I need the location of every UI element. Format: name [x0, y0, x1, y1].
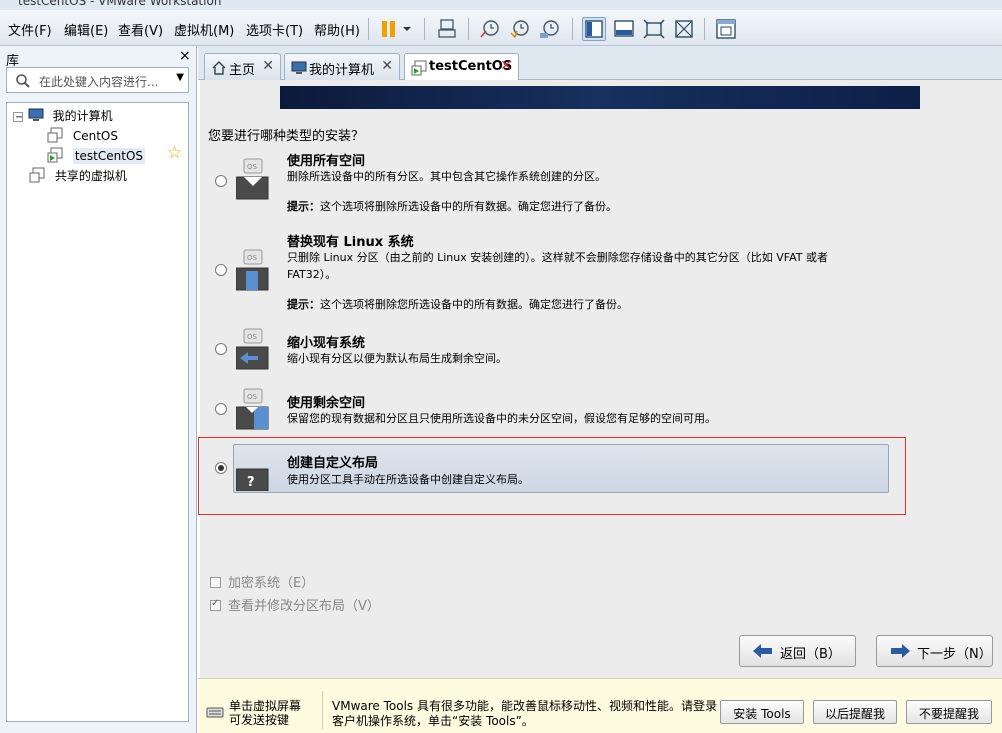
home-icon — [212, 61, 226, 75]
svg-text:OS: OS — [247, 393, 258, 401]
arrow-left-icon — [753, 644, 772, 658]
window-title: testCentOS - VMware Workstation — [18, 0, 222, 8]
close-icon[interactable]: ✕ — [500, 58, 512, 74]
svg-text:OS: OS — [247, 163, 258, 171]
send-keys-icon[interactable] — [436, 17, 460, 41]
menu-toolbar: 文件(F) 编辑(E) 查看(V) 虚拟机(M) 选项卡(T) 帮助(H) — [0, 10, 1002, 46]
shared-vm-icon — [29, 167, 45, 183]
checkbox[interactable] — [210, 577, 221, 588]
never-remind-button[interactable]: 不要提醒我 — [906, 700, 992, 724]
tab-bar: 主页 ✕ 我的计算机 ✕ testCentOS ✕ — [198, 46, 1002, 81]
vm-running-icon — [411, 60, 427, 76]
unity-icon[interactable] — [672, 17, 696, 41]
back-button[interactable]: 返回（B） — [739, 635, 856, 667]
disk-shrink-icon: OS — [236, 328, 269, 370]
chevron-down-icon[interactable] — [400, 17, 414, 41]
close-icon[interactable]: ✕ — [381, 58, 393, 74]
show-library-icon[interactable] — [582, 17, 606, 41]
disk-free-space-icon: OS — [236, 388, 269, 430]
tree-item-testcentos[interactable]: testCentOS — [47, 147, 146, 164]
remind-later-button[interactable]: 以后提醒我 — [813, 700, 897, 724]
tab-testcentos[interactable]: testCentOS ✕ — [404, 53, 519, 81]
pause-icon[interactable] — [378, 17, 402, 41]
menu-vm[interactable]: 虚拟机(M) — [174, 20, 234, 39]
vm-icon — [47, 127, 63, 143]
tree-item-centos[interactable]: CentOS — [47, 127, 118, 143]
review-layout-checkbox[interactable]: 查看并修改分区布局（V） — [210, 595, 380, 614]
vm-console[interactable]: 您要进行哪种类型的安装？ OS 使用所有空间 删除所选设备中的所有分区。其中包含… — [200, 80, 1002, 678]
svg-text:OS: OS — [247, 333, 258, 341]
menu-edit[interactable]: 编辑(E) — [64, 20, 108, 39]
disk-wipe-icon: OS — [236, 158, 269, 200]
computer-icon — [291, 61, 307, 74]
thumbnail-bar-icon[interactable] — [612, 17, 636, 41]
menu-file[interactable]: 文件(F) — [8, 20, 52, 39]
revert-snapshot-icon[interactable] — [508, 17, 532, 41]
tree-item-my-computer[interactable]: − 我的计算机 — [13, 107, 113, 124]
vm-running-icon — [47, 147, 63, 163]
arrow-right-icon — [891, 644, 910, 658]
keyboard-icon — [206, 707, 224, 718]
disk-replace-icon: OS — [236, 249, 269, 291]
search-placeholder: 在此处键入内容进行... — [39, 75, 159, 89]
library-pane: 库 × 在此处键入内容进行... ▼ − 我的计算机 CentOS testCe… — [0, 46, 197, 733]
collapse-icon[interactable]: − — [13, 112, 23, 123]
full-screen-icon[interactable] — [642, 17, 666, 41]
close-icon[interactable]: × — [179, 48, 191, 64]
tab-home[interactable]: 主页 ✕ — [204, 53, 281, 80]
menu-help[interactable]: 帮助(H) — [314, 20, 360, 39]
console-view-icon[interactable] — [714, 17, 738, 41]
install-tools-button[interactable]: 安装 Tools — [720, 700, 804, 724]
installer-banner — [280, 86, 920, 109]
radio-use-free-space[interactable] — [215, 403, 227, 415]
install-type-question: 您要进行哪种类型的安装？ — [208, 129, 365, 144]
vmware-tools-hint-bar: 单击虚拟屏幕 可发送按键 VMware Tools 具有很多功能，能改善鼠标移动… — [198, 678, 1002, 733]
tree-item-shared-vms[interactable]: 共享的虚拟机 — [29, 167, 127, 184]
favorite-star-icon[interactable]: ☆ — [167, 143, 182, 163]
library-search-input[interactable]: 在此处键入内容进行... ▼ — [6, 67, 189, 93]
next-button[interactable]: 下一步（N） — [876, 635, 993, 667]
highlight-frame — [198, 437, 906, 515]
snapshot-manager-icon[interactable] — [538, 17, 562, 41]
close-icon[interactable]: ✕ — [262, 58, 274, 74]
click-screen-hint: 单击虚拟屏幕 可发送按键 — [229, 699, 302, 727]
radio-use-all-space[interactable] — [215, 175, 227, 187]
window-title-bar: testCentOS - VMware Workstation — [0, 0, 1002, 10]
encrypt-system-checkbox[interactable]: 加密系统（E） — [210, 572, 314, 591]
tab-my-computer[interactable]: 我的计算机 ✕ — [284, 53, 400, 80]
menu-view[interactable]: 查看(V) — [118, 20, 163, 39]
library-tree: − 我的计算机 CentOS testCentOS ☆ 共享的虚拟机 — [6, 102, 189, 722]
computer-icon — [28, 108, 44, 121]
snapshot-icon[interactable] — [478, 17, 502, 41]
svg-text:OS: OS — [247, 254, 258, 262]
checkbox[interactable] — [210, 598, 221, 611]
chevron-down-icon[interactable]: ▼ — [176, 72, 184, 83]
search-icon — [16, 74, 30, 88]
tools-message: VMware Tools 具有很多功能，能改善鼠标移动性、视频和性能。请登录客户… — [332, 699, 717, 728]
radio-shrink-current[interactable] — [215, 343, 227, 355]
menu-tabs[interactable]: 选项卡(T) — [246, 20, 303, 39]
radio-replace-linux[interactable] — [215, 264, 227, 276]
